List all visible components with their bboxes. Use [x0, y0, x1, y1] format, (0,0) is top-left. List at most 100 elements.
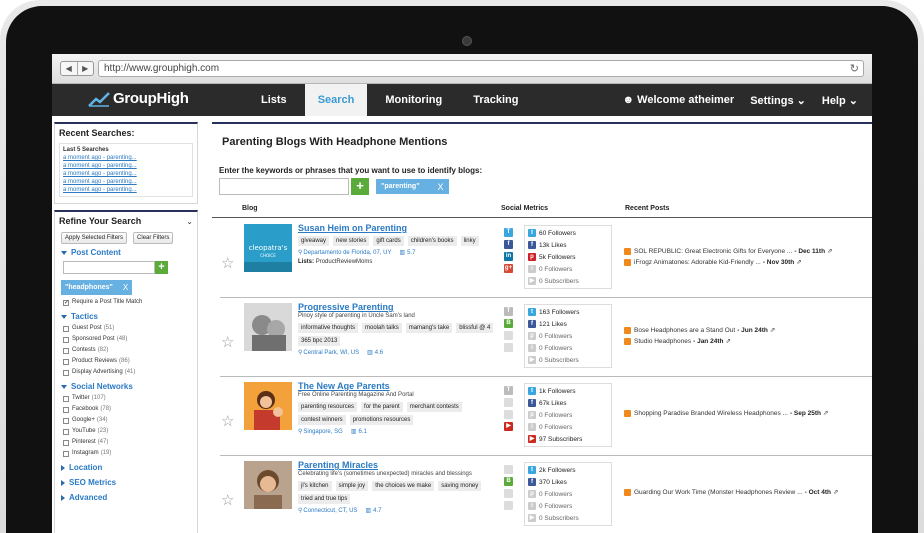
blog-title-link[interactable]: Parenting Miracles — [298, 460, 498, 470]
blog-thumbnail[interactable] — [244, 382, 292, 430]
tactic-option[interactable]: Sponsored Post (48) — [55, 334, 197, 345]
address-bar[interactable]: http://www.grouphigh.com ↻ — [98, 60, 864, 77]
remove-chip-icon[interactable]: X — [123, 283, 128, 292]
blog-tag[interactable]: blissful @ 4 — [456, 323, 494, 333]
blog-tag[interactable]: parenting resources — [298, 402, 358, 412]
favorite-star-icon[interactable]: ☆ — [221, 412, 234, 430]
favorite-star-icon[interactable]: ☆ — [221, 254, 234, 272]
help-menu[interactable]: Help ⌄ — [822, 94, 858, 107]
nav-tracking[interactable]: Tracking — [460, 84, 531, 116]
post-title[interactable]: SOL REPUBLIC: Great Electronic Gifts for… — [634, 246, 792, 257]
post-title[interactable]: Shopping Paradise Branded Wireless Headp… — [634, 408, 788, 419]
empty-icon[interactable] — [504, 489, 513, 498]
external-link-icon[interactable]: ⇗ — [833, 487, 838, 498]
remove-keyword-icon[interactable]: X — [438, 182, 444, 192]
nav-search[interactable]: Search — [304, 84, 368, 116]
blog-tag[interactable]: mamang's take — [405, 323, 453, 333]
checkbox[interactable] — [63, 347, 69, 354]
external-link-icon[interactable]: ⇗ — [796, 257, 801, 268]
post-content-toggle[interactable]: Post Content — [55, 244, 197, 259]
blog-title-link[interactable]: Susan Heim on Parenting — [298, 223, 498, 233]
social-network-option[interactable]: Instagram (19) — [55, 448, 197, 459]
blog-tag[interactable]: for the parent — [361, 402, 403, 412]
checkbox[interactable] — [63, 336, 69, 343]
checkbox[interactable] — [63, 428, 69, 435]
tactics-toggle[interactable]: Tactics — [55, 308, 197, 323]
blog-icon[interactable]: B — [504, 477, 513, 486]
social-networks-toggle[interactable]: Social Networks — [55, 378, 197, 393]
recent-post[interactable]: iFrogz Animatones: Adorable Kid-Friendly… — [624, 257, 872, 268]
checkbox[interactable] — [63, 369, 69, 376]
checkbox-checked[interactable]: ✓ — [63, 299, 69, 306]
favorite-star-icon[interactable]: ☆ — [221, 491, 234, 509]
youtube-icon[interactable]: ▶ — [504, 422, 513, 431]
blog-tag[interactable]: linky — [460, 236, 479, 246]
blog-tag[interactable]: promotions resources — [349, 415, 414, 425]
post-content-input[interactable] — [63, 261, 155, 274]
empty-icon[interactable] — [504, 331, 513, 340]
nav-lists[interactable]: Lists — [248, 84, 300, 116]
checkbox[interactable] — [63, 325, 69, 332]
recent-post[interactable]: Studio Headphones - Jan 24th ⇗ — [624, 336, 872, 347]
collapse-icon[interactable]: ⌄ — [186, 217, 193, 226]
blog-tag[interactable]: giveaway — [298, 236, 330, 246]
tactic-option[interactable]: Guest Post (51) — [55, 323, 197, 334]
blog-tag[interactable]: gift cards — [373, 236, 404, 246]
recent-search-link[interactable]: a moment ago - parenting... — [63, 178, 189, 186]
empty-icon[interactable] — [504, 501, 513, 510]
social-network-option[interactable]: Facebook (78) — [55, 404, 197, 415]
settings-menu[interactable]: Settings ⌄ — [750, 94, 806, 107]
post-title[interactable]: iFrogz Animatones: Adorable Kid-Friendly… — [634, 257, 761, 268]
clear-filters-button[interactable]: Clear Filters — [133, 232, 174, 244]
recent-post[interactable]: Bose Headphones are a Stand Out - Jun 24t… — [624, 325, 872, 336]
external-link-icon[interactable]: ⇗ — [725, 336, 730, 347]
linkedin-icon[interactable]: in — [504, 252, 513, 261]
tactic-option[interactable]: Product Reviews (86) — [55, 356, 197, 367]
blog-thumbnail[interactable] — [244, 303, 292, 351]
blog-tag[interactable]: informative thoughts — [298, 323, 359, 333]
blog-tag[interactable]: moolah talks — [362, 323, 402, 333]
checkbox[interactable] — [63, 406, 69, 413]
url-text[interactable]: http://www.grouphigh.com — [104, 63, 219, 74]
welcome-link[interactable]: ☻ Welcome atheimer — [623, 94, 735, 106]
checkbox[interactable] — [63, 395, 69, 402]
blog-location[interactable]: Singapore, SG — [303, 429, 342, 435]
social-network-option[interactable]: Google+ (34) — [55, 415, 197, 426]
recent-post[interactable]: SOL REPUBLIC: Great Electronic Gifts for… — [624, 246, 872, 257]
location-toggle[interactable]: Location — [55, 459, 197, 474]
social-network-option[interactable]: Pinterest (47) — [55, 437, 197, 448]
blog-tag[interactable]: jl's kitchen — [298, 481, 332, 491]
post-title[interactable]: Studio Headphones — [634, 336, 691, 347]
empty-icon[interactable] — [504, 410, 513, 419]
blog-tag[interactable]: children's books — [407, 236, 457, 246]
post-title[interactable]: Guarding Our Work Time (Monster Headphon… — [634, 487, 803, 498]
empty-icon[interactable] — [504, 398, 513, 407]
external-link-icon[interactable]: ⇗ — [823, 408, 828, 419]
seo-metrics-toggle[interactable]: SEO Metrics — [55, 474, 197, 489]
checkbox[interactable] — [63, 450, 69, 457]
recent-search-link[interactable]: a moment ago - parenting... — [63, 170, 189, 178]
blog-tag[interactable]: tried and true tips — [298, 494, 351, 504]
blog-tag[interactable]: merchant contests — [406, 402, 462, 412]
facebook-icon[interactable]: f — [504, 240, 513, 249]
back-icon[interactable]: ◀ — [61, 62, 78, 75]
recent-search-link[interactable]: a moment ago - parenting... — [63, 186, 189, 194]
blog-location[interactable]: Departamento de Florida, 07, UY — [303, 250, 391, 256]
blog-tag[interactable]: the choices we make — [372, 481, 435, 491]
lists-value[interactable]: ProductReviewMoms — [316, 259, 373, 265]
checkbox[interactable] — [63, 439, 69, 446]
blog-tag[interactable]: simple joy — [335, 481, 369, 491]
recent-search-link[interactable]: a moment ago - parenting... — [63, 154, 189, 162]
require-title-option[interactable]: ✓ Require a Post Title Match — [55, 297, 197, 308]
blog-icon[interactable]: B — [504, 319, 513, 328]
logo[interactable]: GroupHigh — [88, 90, 189, 107]
external-link-icon[interactable]: ⇗ — [827, 246, 832, 257]
blog-tag[interactable]: new stories — [333, 236, 370, 246]
recent-search-link[interactable]: a moment ago - parenting... — [63, 162, 189, 170]
blog-tag[interactable]: saving money — [438, 481, 482, 491]
blog-tag[interactable]: 365 bpc 2013 — [298, 336, 341, 346]
social-network-option[interactable]: Twitter (107) — [55, 393, 197, 404]
social-network-option[interactable]: YouTube (23) — [55, 426, 197, 437]
empty-icon[interactable] — [504, 465, 513, 474]
blog-location[interactable]: Connecticut, CT, US — [303, 508, 357, 514]
